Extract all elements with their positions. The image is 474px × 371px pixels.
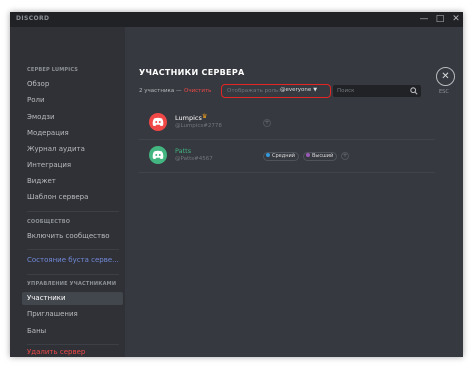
member-row[interactable]: Patts @Patts#4567 Средний Высший + — [139, 143, 435, 173]
close-icon: ✕ — [441, 71, 450, 82]
page-title: УЧАСТНИКИ СЕРВЕРА — [139, 68, 245, 77]
search-input[interactable] — [337, 86, 407, 96]
minimize-button[interactable]: — — [418, 13, 430, 25]
discord-logo-icon — [152, 150, 164, 159]
settings-sidebar: СЕРВЕР LUMPICS Обзор Роли Эмодзи Модерац… — [10, 27, 125, 357]
members-section-title: УПРАВЛЕНИЕ УЧАСТНИКАМИ — [27, 281, 117, 287]
app-title: DISCORD — [16, 15, 50, 22]
member-name: Patts — [175, 147, 192, 155]
sidebar-item-integrations[interactable]: Интеграция — [22, 159, 123, 172]
role-name: Средний — [272, 153, 295, 159]
sidebar-item-roles[interactable]: Роли — [22, 94, 123, 107]
sidebar-item-bans[interactable]: Баны — [22, 325, 123, 338]
server-section-title: СЕРВЕР LUMPICS — [27, 67, 79, 73]
discord-logo-icon — [152, 117, 164, 126]
sidebar-item-moderation[interactable]: Модерация — [22, 127, 123, 140]
search-icon — [410, 87, 418, 95]
window-close-button[interactable]: ✕ — [450, 13, 462, 25]
role-filter-value: @everyone — [280, 87, 312, 93]
member-name: Lumpics — [175, 114, 202, 122]
member-tag: @Lumpics#2778 — [175, 123, 222, 129]
maximize-button[interactable]: □ — [434, 13, 446, 25]
member-count: 2 участника — — [139, 88, 182, 94]
role-pill[interactable]: Высший — [303, 152, 338, 161]
discord-window: DISCORD — □ ✕ СЕРВЕР LUMPICS Обзор Роли … — [10, 12, 463, 357]
close-settings-button[interactable]: ✕ — [436, 67, 455, 86]
sidebar-divider — [27, 249, 119, 250]
title-bar: DISCORD — □ ✕ — [10, 12, 463, 27]
members-page: УЧАСТНИКИ СЕРВЕРА 2 участника — Очистить… — [125, 27, 463, 357]
sidebar-item-invites[interactable]: Приглашения — [22, 308, 123, 321]
sidebar-item-emoji[interactable]: Эмодзи — [22, 111, 123, 124]
sidebar-item-overview[interactable]: Обзор — [22, 78, 123, 91]
member-tag: @Patts#4567 — [175, 156, 213, 162]
member-search[interactable] — [333, 85, 421, 97]
sidebar-divider — [27, 274, 119, 275]
esc-label: ESC — [439, 89, 449, 95]
sidebar-item-audit-log[interactable]: Журнал аудита — [22, 143, 123, 156]
plus-circle-icon[interactable]: + — [263, 119, 271, 127]
avatar — [149, 113, 167, 131]
avatar — [149, 146, 167, 164]
role-pill[interactable]: Средний — [263, 152, 299, 161]
sidebar-divider — [27, 344, 119, 345]
sidebar-item-widget[interactable]: Виджет — [22, 175, 123, 188]
community-section-title: СООБЩЕСТВО — [27, 219, 71, 225]
sidebar-item-delete-server[interactable]: Удалить сервер — [22, 348, 123, 357]
plus-circle-icon[interactable]: + — [341, 152, 349, 160]
role-filter-label: Отображать роль: — [227, 88, 281, 94]
role-filter-dropdown[interactable]: Отображать роль: @everyone ▼ — [221, 84, 331, 98]
sidebar-divider — [27, 211, 119, 212]
member-row[interactable]: Lumpics ♛ @Lumpics#2778 + — [139, 110, 435, 140]
role-name: Высший — [312, 153, 334, 159]
chevron-down-icon: ▼ — [313, 87, 318, 93]
crown-icon: ♛ — [202, 113, 208, 120]
sidebar-item-enable-community[interactable]: Включить сообщество — [22, 230, 123, 243]
sidebar-item-boost-status[interactable]: Состояние буста серве... — [22, 254, 123, 267]
role-color-dot — [306, 153, 310, 157]
role-filter-select[interactable]: @everyone ▼ — [280, 87, 317, 95]
clear-filter-link[interactable]: Очистить — [184, 88, 211, 94]
sidebar-item-members[interactable]: Участники — [22, 292, 123, 305]
sidebar-item-server-template[interactable]: Шаблон сервера — [22, 191, 123, 204]
role-color-dot — [266, 153, 270, 157]
